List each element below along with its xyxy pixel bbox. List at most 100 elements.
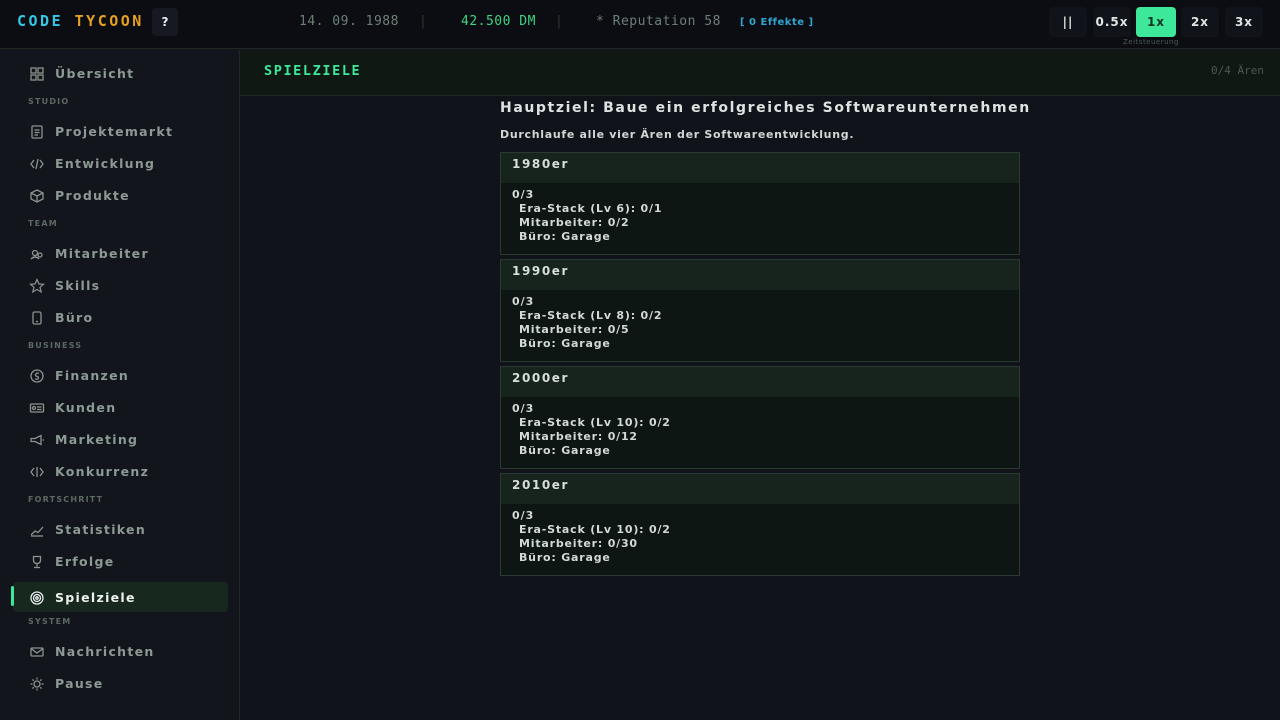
sidebar-item-label: Marketing	[55, 432, 139, 447]
section-studio: STUDIO	[28, 97, 70, 106]
section-team: TEAM	[28, 219, 58, 228]
sidebar-item-nachrichten[interactable]: Nachrichten	[13, 636, 228, 666]
logo-code: CODE	[17, 12, 64, 30]
sidebar-item-label: Konkurrenz	[55, 464, 150, 479]
game-date: 14. 09. 1988	[299, 14, 399, 29]
effects-link[interactable]: [ 0 Effekte ]	[740, 17, 814, 28]
app-logo: CODE TYCOON	[17, 12, 144, 30]
speed-1x-button[interactable]: 1x	[1136, 7, 1176, 37]
page-title: SPIELZIELE	[264, 63, 362, 79]
sidebar-item-label: Entwicklung	[55, 156, 156, 171]
sidebar-item-label: Mitarbeiter	[55, 246, 149, 261]
sidebar-item-uebersicht[interactable]: Übersicht	[13, 58, 228, 88]
sidebar-item-label: Produkte	[55, 188, 130, 203]
era-requirement: Era-Stack (Lv 6): 0/1	[519, 202, 663, 215]
speed-0-5x-button[interactable]: 0.5x	[1093, 7, 1131, 37]
sidebar-item-finanzen[interactable]: Finanzen	[13, 360, 228, 390]
era-card-header: 1980er	[501, 153, 1019, 183]
era-requirement: Era-Stack (Lv 10): 0/2	[519, 416, 671, 429]
era-requirement: Büro: Garage	[519, 230, 611, 243]
era-requirement: Mitarbeiter: 0/2	[519, 216, 630, 229]
era-requirement: Mitarbeiter: 0/12	[519, 430, 638, 443]
page-header: SPIELZIELE 0/4 Ären	[240, 50, 1280, 96]
sidebar-item-label: Skills	[55, 278, 101, 293]
era-progress: 0/3	[512, 402, 535, 415]
section-business: BUSINESS	[28, 341, 83, 350]
phone-icon	[32, 311, 42, 325]
sidebar-item-erfolge[interactable]: Erfolge	[13, 546, 228, 576]
trophy-icon	[32, 555, 42, 569]
separator: |	[419, 14, 428, 29]
logo-tycoon: TYCOON	[74, 12, 144, 30]
sidebar-item-spielziele[interactable]: Spielziele	[11, 582, 228, 612]
main-goal-subtitle: Durchlaufe alle vier Ären der Softwareen…	[500, 128, 855, 141]
sidebar-item-label: Spielziele	[55, 590, 136, 605]
sidebar-item-label: Kunden	[55, 400, 117, 415]
sidebar-item-kunden[interactable]: Kunden	[13, 392, 228, 422]
era-card-2000: 2000er 0/3 Era-Stack (Lv 10): 0/2 Mitarb…	[500, 366, 1020, 469]
era-name: 2000er	[512, 371, 570, 385]
sidebar-item-entwicklung[interactable]: Entwicklung	[13, 148, 228, 178]
chart-icon	[30, 526, 44, 537]
code-icon	[30, 467, 44, 477]
separator: |	[555, 14, 564, 29]
sidebar-item-label: Nachrichten	[55, 644, 155, 659]
era-progress: 0/3	[512, 295, 535, 308]
section-system: SYSTEM	[28, 617, 72, 626]
sidebar-item-statistiken[interactable]: Statistiken	[13, 514, 228, 544]
sidebar-item-label: Pause	[55, 676, 104, 691]
sidebar: Übersicht STUDIO Projektemarkt Entwicklu…	[0, 50, 240, 720]
sidebar-item-label: Projektemarkt	[55, 124, 174, 139]
sidebar-item-mitarbeiter[interactable]: Mitarbeiter	[13, 238, 228, 268]
speed-caption: Zeitsteuerung	[1123, 38, 1179, 46]
era-card-header: 1990er	[501, 260, 1019, 290]
money-display: 42.500 DM	[461, 14, 536, 29]
sidebar-item-label: Erfolge	[55, 554, 115, 569]
sidebar-item-label: Finanzen	[55, 368, 130, 383]
sidebar-item-buero[interactable]: Büro	[13, 302, 228, 332]
grid-icon	[30, 67, 44, 81]
era-progress: 0/3	[512, 188, 535, 201]
reputation-display: * Reputation 58	[596, 14, 721, 29]
main-goal-title: Hauptziel: Baue ein erfolgreiches Softwa…	[500, 100, 1031, 116]
era-requirement: Büro: Garage	[519, 337, 611, 350]
sidebar-item-label: Büro	[55, 310, 94, 325]
sidebar-item-pause[interactable]: Pause	[13, 668, 228, 698]
sidebar-item-label: Übersicht	[55, 66, 135, 81]
era-progress: 0/3	[512, 509, 535, 522]
era-requirement: Mitarbeiter: 0/5	[519, 323, 630, 336]
era-card-1990: 1990er 0/3 Era-Stack (Lv 8): 0/2 Mitarbe…	[500, 259, 1020, 362]
sidebar-item-marketing[interactable]: Marketing	[13, 424, 228, 454]
sidebar-item-konkurrenz[interactable]: Konkurrenz	[13, 456, 228, 486]
era-count: 0/4 Ären	[1211, 64, 1264, 77]
sidebar-item-projektemarkt[interactable]: Projektemarkt	[13, 116, 228, 146]
speed-3x-button[interactable]: 3x	[1225, 7, 1263, 37]
box-icon	[30, 189, 44, 203]
megaphone-icon	[30, 434, 44, 446]
era-card-header: 2000er	[501, 367, 1019, 397]
pause-button[interactable]: ||	[1049, 7, 1087, 37]
sun-icon	[30, 677, 44, 691]
era-card-1980: 1980er 0/3 Era-Stack (Lv 6): 0/1 Mitarbe…	[500, 152, 1020, 255]
era-name: 2010er	[512, 478, 570, 492]
coin-icon	[30, 369, 44, 383]
document-icon	[31, 125, 43, 139]
sidebar-item-skills[interactable]: Skills	[13, 270, 228, 300]
era-name: 1990er	[512, 264, 570, 278]
era-name: 1980er	[512, 157, 570, 171]
era-requirement: Büro: Garage	[519, 444, 611, 457]
star-icon	[29, 278, 45, 294]
code-icon	[30, 158, 44, 170]
era-card-2010: 2010er 0/3 Era-Stack (Lv 10): 0/2 Mitarb…	[500, 473, 1020, 576]
mail-icon	[30, 647, 44, 657]
speed-2x-button[interactable]: 2x	[1181, 7, 1219, 37]
era-card-header: 2010er	[501, 474, 1019, 504]
sidebar-item-label: Statistiken	[55, 522, 147, 537]
target-icon	[30, 591, 44, 605]
people-icon	[30, 249, 43, 260]
era-requirement: Büro: Garage	[519, 551, 611, 564]
help-button[interactable]: ?	[152, 8, 178, 36]
sidebar-item-produkte[interactable]: Produkte	[13, 180, 228, 210]
id-card-icon	[29, 403, 45, 413]
section-fortschritt: FORTSCHRITT	[28, 495, 104, 504]
